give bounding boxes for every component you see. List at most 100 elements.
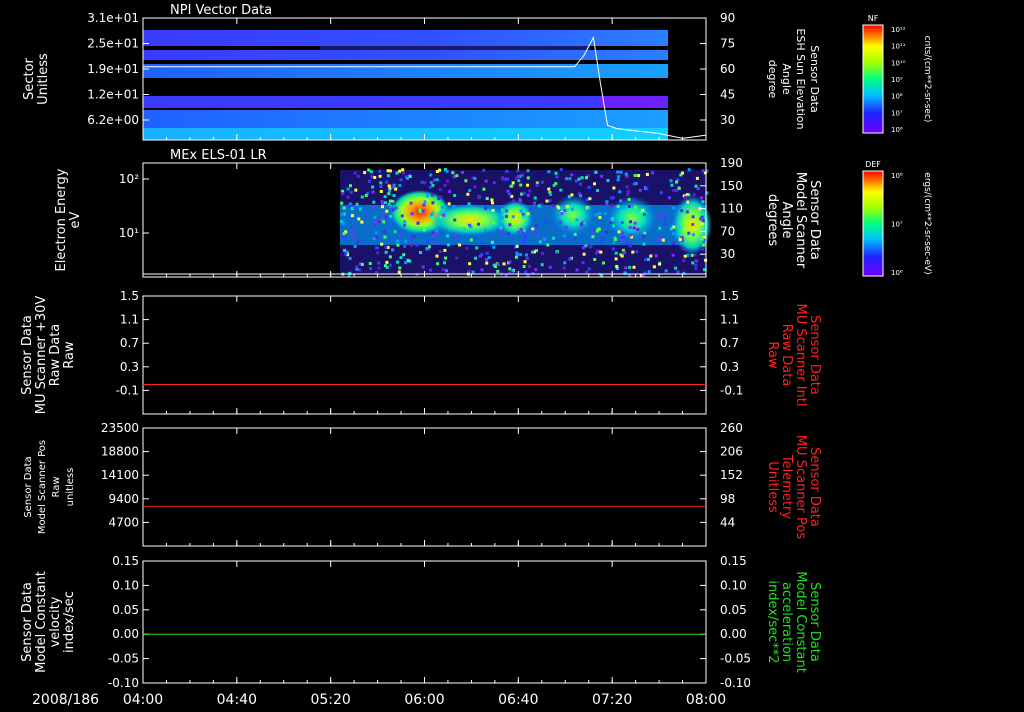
speckle-dot: [643, 231, 647, 235]
speckle-dot: [579, 194, 583, 198]
speckle-dot: [496, 269, 500, 273]
npi-spectrogram: [143, 30, 668, 140]
speckle-dot: [501, 223, 505, 227]
panel-4: 23500 18800 14100 9400 4700 260 206 152 98 44 Sens…: [23, 421, 822, 547]
speckle-dot: [677, 186, 681, 190]
speckle-dot: [515, 207, 519, 211]
speckle-dot: [692, 193, 696, 197]
speckle-dot: [563, 261, 567, 265]
speckle-dot: [464, 179, 468, 183]
ylabel-left-line: Sector: [22, 57, 37, 99]
speckle-dot: [364, 193, 368, 197]
speckle-dot: [625, 242, 629, 246]
speckle-dot: [658, 226, 662, 230]
ylabel-left-line: unitless: [65, 468, 76, 507]
speckle-dot: [638, 188, 642, 192]
speckle-dot: [661, 214, 665, 217]
speckle-dot: [552, 204, 556, 208]
speckle-dot: [536, 233, 540, 237]
speckle-dot: [484, 228, 487, 232]
ylabel-right-line: Telemetry: [779, 454, 794, 519]
speckle-dot: [570, 207, 574, 211]
speckle-dot: [594, 213, 598, 217]
speckle-dot: [552, 183, 556, 187]
speckle-dot: [559, 188, 563, 192]
speckle-dot: [347, 204, 351, 208]
speckle-dot: [587, 267, 591, 271]
speckle-dot: [611, 196, 615, 200]
speckle-dot: [506, 189, 510, 193]
speckle-dot: [451, 171, 455, 175]
ytick-left-label: 10¹: [119, 226, 139, 240]
speckle-dot: [616, 170, 620, 174]
speckle-dot: [585, 176, 588, 180]
ytick-left-label: -0.1: [116, 383, 139, 397]
speckle-dot: [430, 212, 434, 216]
speckle-dot: [664, 269, 668, 273]
ytick-left-label: 1.5: [120, 289, 139, 303]
ytick-right-label: 30: [720, 113, 735, 127]
speckle-dot: [379, 184, 383, 188]
speckle-dot: [491, 209, 495, 212]
speckle-dot: [391, 208, 395, 212]
speckle-dot: [398, 184, 402, 187]
speckle-dot: [448, 190, 452, 193]
speckle-dot: [471, 270, 475, 274]
ylabel-right-line: degree: [766, 60, 779, 99]
speckle-dot: [600, 174, 604, 178]
speckle-dot: [501, 176, 505, 180]
ylabel-right-line: Raw Data: [779, 324, 794, 387]
speckle-dot: [642, 234, 646, 238]
speckle-dot: [399, 178, 403, 182]
speckle-dot: [621, 239, 625, 243]
speckle-dot: [485, 251, 489, 255]
speckle-dot: [352, 227, 356, 231]
speckle-dot: [349, 184, 352, 188]
speckle-dot: [368, 262, 372, 265]
speckle-dot: [522, 265, 526, 268]
speckle-dot: [581, 246, 585, 250]
speckle-dot: [502, 262, 506, 266]
speckle-dot: [435, 254, 439, 258]
speckle-dot: [346, 195, 350, 199]
speckle-dot: [481, 241, 485, 245]
speckle-dot: [365, 212, 369, 216]
speckle-dot: [468, 189, 472, 192]
speckle-dot: [549, 193, 553, 196]
speckle-dot: [357, 217, 361, 221]
speckle-dot: [695, 176, 699, 180]
ylabel-right-line: Unitless: [765, 461, 780, 513]
ytick-left-label: 1.9e+01: [87, 62, 139, 76]
speckle-dot: [485, 261, 489, 265]
speckle-dot: [540, 180, 544, 184]
speckle-dot: [443, 183, 447, 187]
els-blob-5: [607, 196, 657, 240]
speckle-dot: [381, 205, 384, 209]
speckle-dot: [595, 229, 599, 233]
colorbar-tick: 10¹²: [891, 26, 906, 34]
speckle-dot: [372, 205, 376, 209]
speckle-dot: [482, 187, 486, 191]
ylabel-right-line: Sensor Data: [807, 180, 822, 260]
speckle-dot: [691, 223, 695, 226]
speckle-dot: [373, 220, 377, 224]
speckle-dot: [342, 232, 346, 236]
speckle-dot: [385, 266, 389, 269]
speckle-dot: [416, 221, 420, 225]
speckle-dot: [701, 200, 705, 204]
speckle-dot: [685, 210, 689, 214]
time-label: 08:00: [686, 692, 726, 708]
speckle-dot: [613, 238, 617, 241]
speckle-dot: [358, 268, 362, 272]
speckle-dot: [367, 168, 371, 172]
speckle-dot: [522, 191, 526, 195]
speckle-dot: [420, 180, 424, 184]
speckle-dot: [373, 176, 377, 179]
speckle-dot: [616, 178, 620, 182]
speckle-dot: [432, 231, 436, 235]
speckle-dot: [624, 266, 628, 270]
speckle-dot: [510, 184, 514, 188]
speckle-dot: [634, 205, 637, 209]
speckle-dot: [541, 251, 544, 255]
speckle-dot: [355, 202, 359, 206]
